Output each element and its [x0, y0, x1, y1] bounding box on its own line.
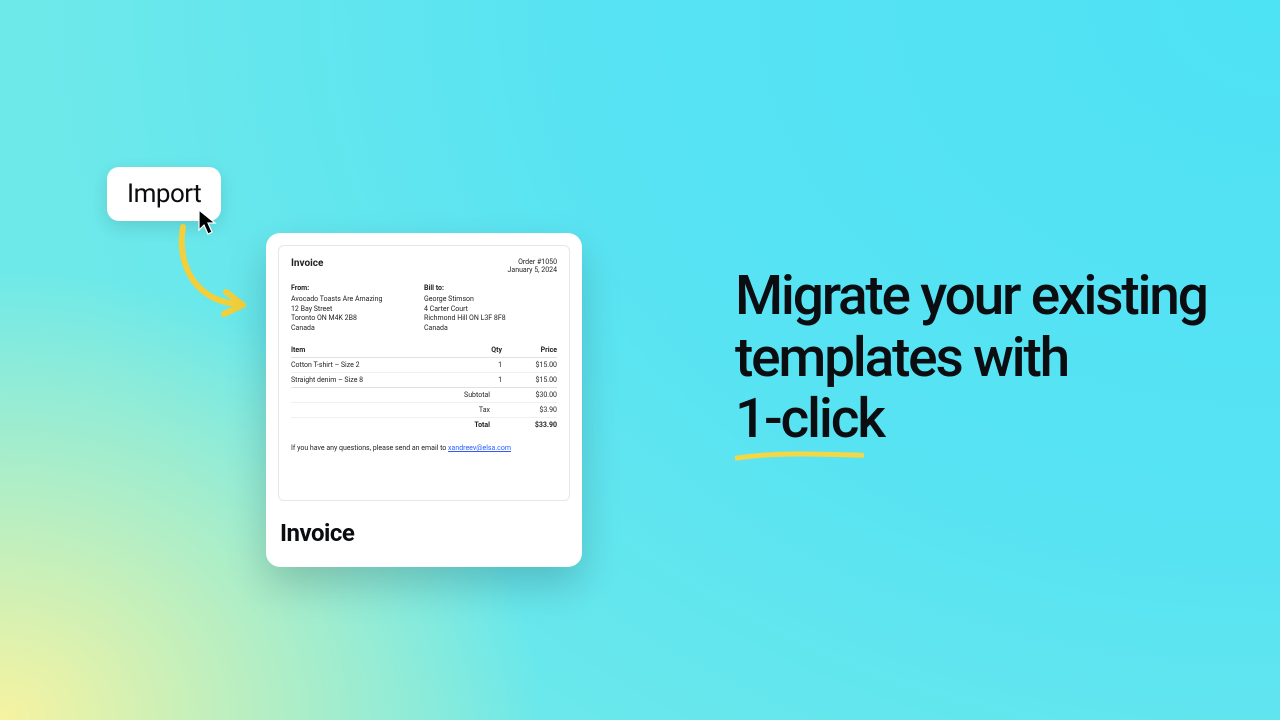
- table-row: Straight denim – Size 8 1 $15.00: [291, 373, 557, 388]
- arrow-curve-icon: [168, 222, 253, 322]
- subtotal-label: Subtotal: [442, 391, 502, 399]
- bill-to-address-block: Bill to: George Stimson 4 Carter Court R…: [424, 284, 557, 333]
- headline-line2: templates with: [735, 326, 1068, 390]
- invoice-heading: Invoice: [291, 258, 323, 269]
- marketing-headline: Migrate your existing templates with 1-c…: [735, 266, 1235, 451]
- import-button-label: Import: [127, 179, 201, 209]
- from-address-block: From: Avocado Toasts Are Amazing 12 Bay …: [291, 284, 424, 333]
- tax-value: $3.90: [502, 406, 557, 414]
- invoice-template-card[interactable]: Invoice Order #1050 January 5, 2024 From…: [266, 233, 582, 567]
- headline-accent: 1-click: [735, 387, 884, 451]
- headline-line1: Migrate your existing: [735, 264, 1207, 328]
- tax-label: Tax: [442, 406, 502, 414]
- from-heading: From:: [291, 284, 424, 293]
- line-items-table: Item Qty Price Cotton T-shirt – Size 2 1…: [291, 343, 557, 388]
- invoice-document-preview: Invoice Order #1050 January 5, 2024 From…: [278, 245, 570, 501]
- support-email-link[interactable]: xandreev@elsa.com: [448, 444, 511, 452]
- invoice-order-number: Order #1050: [508, 258, 557, 266]
- total-label: Total: [442, 421, 502, 429]
- invoice-date: January 5, 2024: [508, 266, 557, 274]
- bill-to-heading: Bill to:: [424, 284, 557, 293]
- totals-block: Subtotal $30.00 Tax $3.90 Total $33.90: [291, 388, 557, 432]
- col-item: Item: [291, 343, 462, 358]
- total-value: $33.90: [502, 421, 557, 429]
- table-row: Cotton T-shirt – Size 2 1 $15.00: [291, 358, 557, 373]
- template-card-caption: Invoice: [266, 501, 582, 567]
- subtotal-value: $30.00: [502, 391, 557, 399]
- invoice-footer-note: If you have any questions, please send a…: [291, 444, 557, 452]
- underline-accent-icon: [735, 451, 864, 461]
- col-qty: Qty: [462, 343, 502, 358]
- col-price: Price: [502, 343, 557, 358]
